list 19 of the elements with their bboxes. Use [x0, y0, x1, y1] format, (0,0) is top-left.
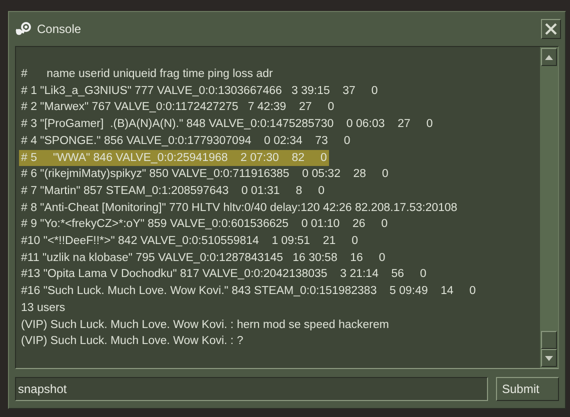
console-line: (VIP) Such Luck. Much Love. Wow Kovi. : ?: [20, 334, 244, 350]
console-line: # 7 "Martin" 857 STEAM_0:1:208597643 0 01:31 8 0: [20, 184, 326, 199]
console-line: # 4 "SPONGE." 856 VALVE_0:0:1779307094 0 02:34 73 0: [20, 134, 352, 149]
command-input[interactable]: snapshot: [15, 377, 488, 401]
window-title: Console: [37, 22, 82, 36]
console-line: # 6 "(rikejmiMaty)spikyz" 850 VALVE_0:0:711916385 0 05:32 28 0: [20, 167, 390, 182]
console-line: #10 "<*!!DeeF!!*>" 842 VALVE_0:0:510559814 1 09:51 21 0: [20, 234, 360, 250]
console-line: 13 users: [20, 300, 66, 316]
console-line: # 9 "Yo:*<frekyCZ>*:oY" 859 VALVE_0:0:601536625 0 01:10 26 0: [20, 217, 389, 232]
console-line: # 2 "Marwex" 767 VALVE_0:0:1172427275 7 42:39 27 0: [20, 100, 336, 116]
console-line: #11 "uzlik na klobase" 795 VALVE_0:0:1287843145 16 30:58 16 0: [20, 250, 386, 266]
console-line: #16 "Such Luck. Much Love. Wow Kovi." 843 STEAM_0:0:151982383 5 09:49 14 0: [20, 284, 477, 300]
submit-button[interactable]: Submit: [496, 377, 559, 401]
console-line: # name userid uniqueid frag time ping loss adr: [20, 67, 274, 82]
console-line: (VIP) Such Luck. Much Love. Wow Kovi. : hern mod se speed hackerem: [20, 318, 390, 333]
console-line: # 1 "Lik3_a_G3NIUS" 777 VALVE_0:0:1303667466 3 39:15 37 0: [20, 84, 379, 99]
console-line: #13 "Opita Lama V Dochodku" 817 VALVE_0:0:2042138035 3 21:14 56 0: [20, 267, 428, 282]
console-line: # 8 "Anti-Cheat [Monitoring]" 770 HLTV hltv:0/40 delay:120 42:26 82.208.17.53:20108: [20, 200, 458, 216]
console-line: # 3 "[ProGamer] .(B)A(N)A(N)." 848 VALVE_0:0:1475285730 0 06:03 27 0: [20, 117, 434, 132]
